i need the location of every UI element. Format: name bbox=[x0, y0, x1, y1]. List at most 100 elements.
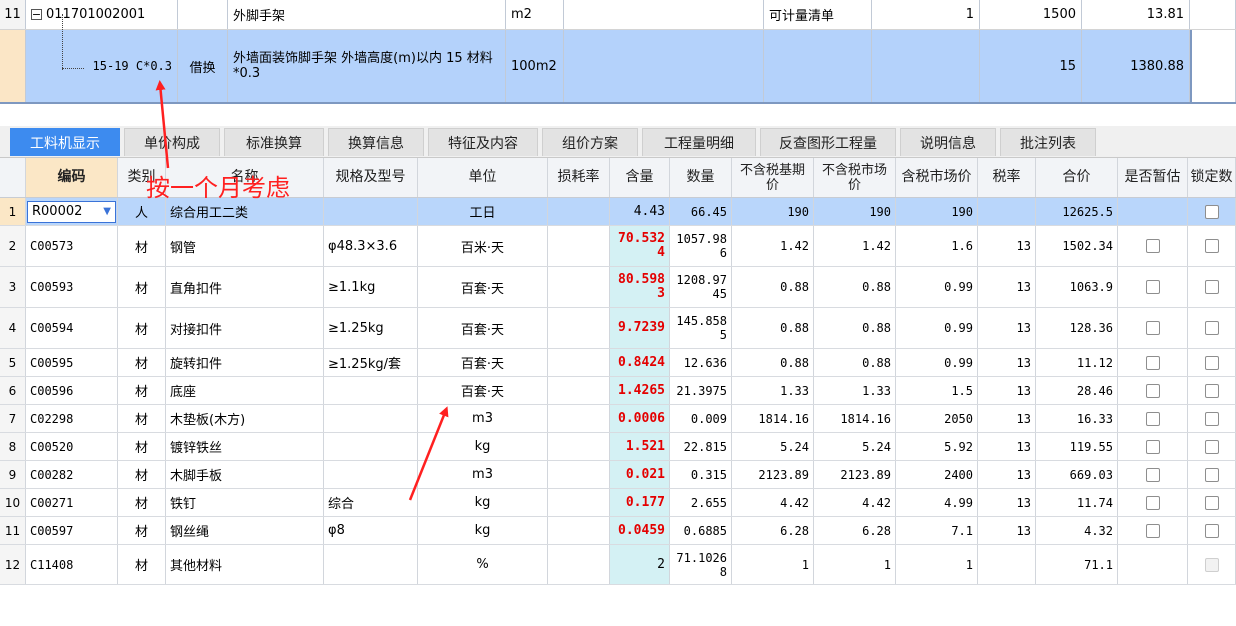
header-spec[interactable]: 规格及型号 bbox=[324, 158, 418, 197]
table-row[interactable]: 7 C02298 材木垫板(木方) m3 0.0006 0.009 1814.16 1814.… bbox=[0, 405, 1236, 433]
header-amount[interactable]: 数量 bbox=[670, 158, 732, 197]
header-code[interactable]: 编码 bbox=[26, 158, 118, 197]
locked-checkbox[interactable] bbox=[1204, 495, 1219, 510]
provisional-checkbox[interactable] bbox=[1145, 523, 1160, 538]
tab-labor-material-machine[interactable]: 工料机显示 bbox=[10, 128, 120, 156]
tab-standard-conversion[interactable]: 标准换算 bbox=[224, 128, 324, 156]
loss-rate bbox=[548, 433, 610, 460]
table-row[interactable]: 9 C00282 材木脚手板 m3 0.021 0.315 2123.89 2123.89 24… bbox=[0, 461, 1236, 489]
item-code-cell[interactable]: − 011701002001 bbox=[26, 0, 178, 29]
tab-conversion-info[interactable]: 换算信息 bbox=[328, 128, 424, 156]
locked-cell bbox=[1188, 489, 1236, 516]
material-table: 编码 类别 名称 规格及型号 单位 损耗率 含量 数量 不含税基期价 不含税市场… bbox=[0, 158, 1236, 585]
amount-value: 1208.9745 bbox=[670, 267, 732, 307]
content-value[interactable]: 0.0459 bbox=[610, 517, 670, 544]
header-tax-rate[interactable]: 税率 bbox=[978, 158, 1036, 197]
material-unit: 工日 bbox=[418, 198, 548, 225]
tab-reverse-graphic-quantity[interactable]: 反查图形工程量 bbox=[760, 128, 896, 156]
total-value: 28.46 bbox=[1036, 377, 1118, 404]
table-row[interactable]: 8 C00520 材镀锌铁丝 kg 1.521 22.815 5.24 5.24 5.92 13 1… bbox=[0, 433, 1236, 461]
tax-rate-value bbox=[978, 545, 1036, 584]
list-row-quota-15-19[interactable]: 15-19 C*0.3 借换 外墙面装饰脚手架 外墙高度(m)以内 15 材料*… bbox=[0, 30, 1236, 104]
provisional-checkbox[interactable] bbox=[1145, 383, 1160, 398]
locked-checkbox[interactable] bbox=[1204, 280, 1219, 294]
item-code: 011701002001 bbox=[46, 7, 146, 22]
amount-text: 0.009 bbox=[690, 411, 727, 426]
table-row[interactable]: 12 C11408 材其他材料% 2 71.10268 1 1 1 71.1 bbox=[0, 545, 1236, 585]
table-row[interactable]: 10 C00271 材铁钉 综合 kg 0.177 2.655 4.42 4.42 4.99 13 1… bbox=[0, 489, 1236, 517]
tab-quantity-detail[interactable]: 工程量明细 bbox=[642, 128, 756, 156]
locked-checkbox[interactable] bbox=[1204, 204, 1219, 219]
content-value[interactable]: 0.0006 bbox=[610, 405, 670, 432]
locked-checkbox[interactable] bbox=[1204, 439, 1219, 454]
tab-unit-price-composition[interactable]: 单价构成 bbox=[124, 128, 220, 156]
header-locked[interactable]: 锁定数 bbox=[1188, 158, 1236, 197]
table-row[interactable]: 5 C00595 材旋转扣件 ≥1.25kg/套 百套·天 0.8424 12.636 0.8… bbox=[0, 349, 1236, 377]
table-row[interactable]: 3 C00593 材直角扣件 ≥1.1kg 百套·天 80.5983 1208.9745 0.… bbox=[0, 267, 1236, 308]
amount-text: 71.10268 bbox=[676, 550, 727, 579]
amount-text: 66.45 bbox=[690, 204, 727, 219]
tax-market-price-value: 1.6 bbox=[896, 226, 978, 266]
provisional-checkbox[interactable] bbox=[1145, 321, 1160, 335]
content-value[interactable]: 1.4265 bbox=[610, 377, 670, 404]
tab-description-info[interactable]: 说明信息 bbox=[900, 128, 996, 156]
provisional-checkbox[interactable] bbox=[1145, 239, 1160, 253]
market-price-value: 0.88 bbox=[814, 308, 896, 348]
table-row[interactable]: 4 C00594 材对接扣件 ≥1.25kg 百套·天 9.7239 145.8585 0.8… bbox=[0, 308, 1236, 349]
base-price-value: 1.42 bbox=[732, 226, 814, 266]
quota-code[interactable]: 15-19 C*0.3 bbox=[26, 30, 178, 102]
content-value[interactable]: 0.177 bbox=[610, 489, 670, 516]
content-value[interactable]: 80.5983 bbox=[610, 267, 670, 307]
provisional-checkbox[interactable] bbox=[1145, 467, 1160, 482]
list-row-outer-scaffold[interactable]: 11 − 011701002001 外脚手架 m2 可计量清单 1 1500 1… bbox=[0, 0, 1236, 30]
header-total[interactable]: 合价 bbox=[1036, 158, 1118, 197]
provisional-checkbox[interactable] bbox=[1145, 411, 1160, 426]
provisional-checkbox[interactable] bbox=[1145, 280, 1160, 294]
header-provisional[interactable]: 是否暂估 bbox=[1118, 158, 1188, 197]
market-price-value: 0.88 bbox=[814, 349, 896, 376]
header-base-price[interactable]: 不含税基期价 bbox=[732, 158, 814, 197]
locked-checkbox[interactable] bbox=[1204, 355, 1219, 370]
content-value[interactable]: 1.521 bbox=[610, 433, 670, 460]
content-value[interactable]: 0.8424 bbox=[610, 349, 670, 376]
material-code: C00520 bbox=[26, 433, 118, 460]
locked-cell bbox=[1188, 377, 1236, 404]
content-value[interactable]: 9.7239 bbox=[610, 308, 670, 348]
collapse-icon[interactable]: − bbox=[31, 9, 42, 20]
provisional-checkbox[interactable] bbox=[1145, 439, 1160, 454]
amount-value: 2.655 bbox=[670, 489, 732, 516]
code-dropdown[interactable]: R00002 ▼ bbox=[27, 200, 116, 223]
header-unit[interactable]: 单位 bbox=[418, 158, 548, 197]
table-row[interactable]: 2 C00573 材钢管 φ48.3×3.6 百米·天 70.5324 1057.986 1.… bbox=[0, 226, 1236, 267]
header-market-price[interactable]: 不含税市场价 bbox=[814, 158, 896, 197]
header-loss-rate[interactable]: 损耗率 bbox=[548, 158, 610, 197]
content-value[interactable]: 2 bbox=[610, 545, 670, 584]
provisional-checkbox[interactable] bbox=[1145, 355, 1160, 370]
provisional-checkbox[interactable] bbox=[1145, 495, 1160, 510]
locked-checkbox[interactable] bbox=[1204, 467, 1219, 482]
splitter[interactable] bbox=[0, 106, 1236, 126]
locked-checkbox[interactable] bbox=[1204, 321, 1219, 335]
tax-rate-value bbox=[978, 198, 1036, 225]
material-name: 底座 bbox=[166, 377, 324, 404]
tax-rate-value: 13 bbox=[978, 308, 1036, 348]
table-row[interactable]: 6 C00596 材底座 百套·天 1.4265 21.3975 1.33 1.33 1.5 13… bbox=[0, 377, 1236, 405]
tab-pricing-scheme[interactable]: 组价方案 bbox=[542, 128, 638, 156]
material-name: 钢丝绳 bbox=[166, 517, 324, 544]
content-value[interactable]: 70.5324 bbox=[610, 226, 670, 266]
content-value[interactable]: 4.43 bbox=[610, 198, 670, 225]
header-tax-market-price[interactable]: 含税市场价 bbox=[896, 158, 978, 197]
chevron-down-icon[interactable]: ▼ bbox=[103, 206, 111, 217]
header-content[interactable]: 含量 bbox=[610, 158, 670, 197]
locked-checkbox[interactable] bbox=[1204, 411, 1219, 426]
content-text: 9.7239 bbox=[618, 320, 665, 335]
quota-name: 外墙面装饰脚手架 外墙高度(m)以内 15 材料*0.3 bbox=[228, 30, 506, 102]
material-code[interactable]: R00002 ▼ bbox=[26, 198, 118, 225]
locked-checkbox[interactable] bbox=[1204, 239, 1219, 253]
table-row[interactable]: 11 C00597 材钢丝绳 φ8 kg 0.0459 0.6885 6.28 6.28 7.1 1… bbox=[0, 517, 1236, 545]
locked-checkbox[interactable] bbox=[1204, 383, 1219, 398]
tab-features-content[interactable]: 特征及内容 bbox=[428, 128, 538, 156]
tab-annotation-list[interactable]: 批注列表 bbox=[1000, 128, 1096, 156]
locked-checkbox[interactable] bbox=[1204, 523, 1219, 538]
content-value[interactable]: 0.021 bbox=[610, 461, 670, 488]
